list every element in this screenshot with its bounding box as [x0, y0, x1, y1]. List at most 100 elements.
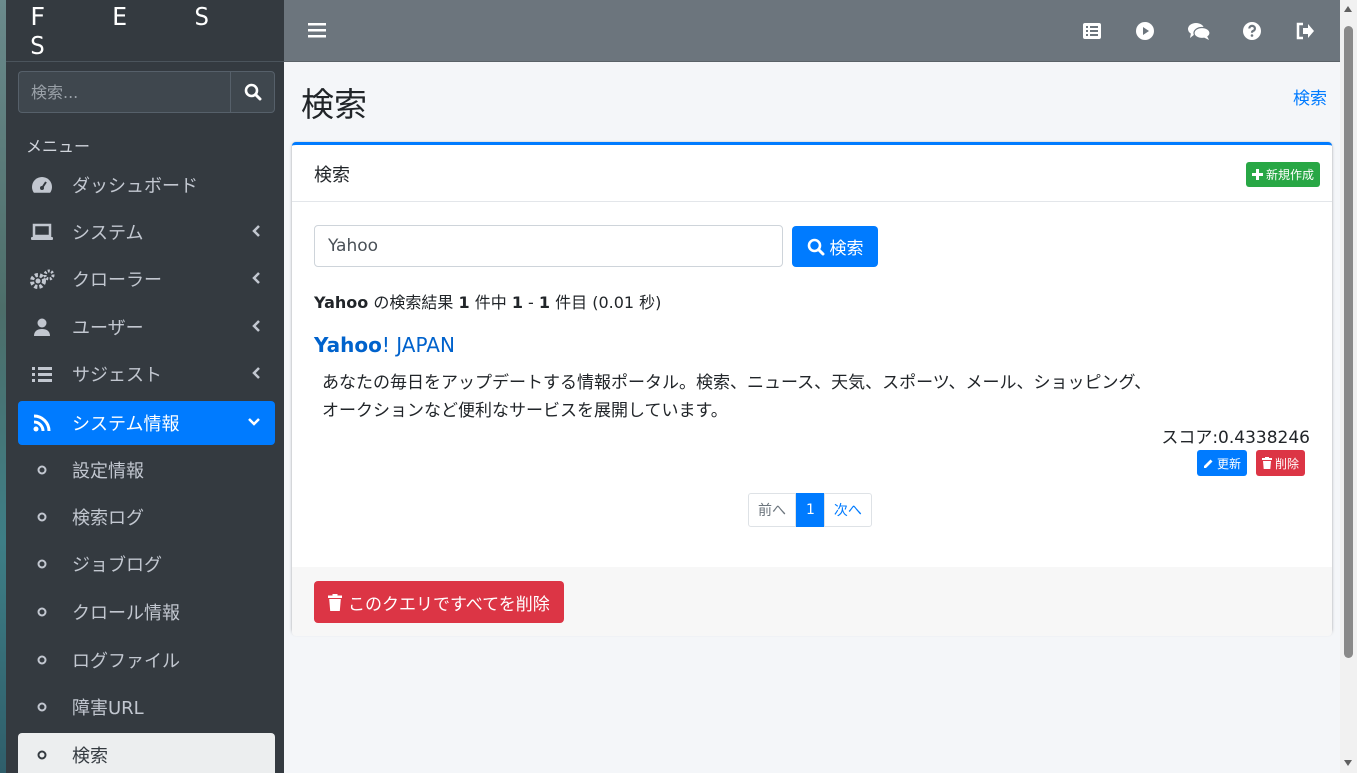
result-title-link[interactable]: Yahoo! JAPAN — [314, 333, 455, 357]
brand-logo[interactable]: F E S S — [6, 0, 284, 62]
circle-icon — [26, 654, 58, 666]
sidebar-subitem-label: 検索 — [72, 746, 108, 767]
sidebar-subitem-log-file[interactable]: ログファイル — [18, 638, 275, 682]
scroll-down-arrow-icon[interactable] — [1344, 760, 1352, 766]
query-input[interactable] — [314, 225, 783, 267]
result-title-highlight: Yahoo — [314, 333, 382, 357]
sidebar-subitem-label: ログファイル — [72, 651, 180, 672]
page-title: 検索 — [301, 85, 367, 124]
sidebar-subitem-search[interactable]: 検索 — [18, 733, 275, 773]
trash-icon — [328, 593, 342, 611]
trash-icon — [1262, 457, 1272, 469]
circle-icon — [26, 464, 58, 476]
delete-button-label: 削除 — [1275, 456, 1300, 471]
summary-text: 件中 — [469, 293, 512, 312]
card-footer: このクエリですべてを削除 — [292, 567, 1332, 636]
summary-text: - — [522, 293, 539, 312]
topbar — [284, 0, 1340, 62]
sidebar-subitem-label: ジョブログ — [72, 555, 162, 576]
search-icon — [807, 238, 824, 255]
comments-icon[interactable] — [1187, 21, 1211, 41]
search-button[interactable]: 検索 — [792, 226, 878, 267]
sidebar: F E S S メニュー ダッシュボード システム クローラー ユーザー — [6, 0, 284, 773]
app-window: F E S S メニュー ダッシュボード システム クローラー ユーザー — [0, 0, 1357, 773]
sidebar-subitem-label: 検索ログ — [72, 508, 144, 529]
menu-header: メニュー — [26, 137, 91, 156]
list-icon — [26, 365, 58, 383]
sidebar-item-crawler[interactable]: クローラー — [18, 257, 275, 301]
sidebar-subitem-label: 障害URL — [72, 698, 144, 719]
search-button-label: 検索 — [829, 239, 864, 259]
chevron-down-icon — [248, 418, 260, 426]
card-header: 検索 新規作成 — [292, 145, 1332, 202]
sidebar-item-system[interactable]: システム — [18, 210, 275, 254]
sidebar-search — [18, 71, 275, 113]
hamburger-menu-icon[interactable] — [308, 22, 326, 38]
delete-all-button-label: このクエリですべてを削除 — [348, 594, 550, 615]
sidebar-item-system-info[interactable]: システム情報 — [18, 401, 275, 445]
chevron-left-icon — [252, 225, 260, 237]
user-icon — [26, 317, 58, 337]
sidebar-subitem-failure-url[interactable]: 障害URL — [18, 685, 275, 729]
circle-icon — [26, 558, 58, 570]
sidebar-item-label: クローラー — [72, 270, 162, 291]
sidebar-item-label: システム情報 — [72, 414, 180, 435]
edit-button[interactable]: 更新 — [1197, 450, 1248, 476]
sidebar-item-label: サジェスト — [72, 365, 162, 386]
pager-next[interactable]: 次へ — [823, 493, 872, 527]
sidebar-subitem-label: 設定情報 — [72, 461, 144, 482]
question-icon[interactable] — [1242, 21, 1262, 41]
sidebar-subitem-crawl-info[interactable]: クロール情報 — [18, 590, 275, 634]
summary-query: Yahoo — [314, 293, 369, 312]
sidebar-search-input[interactable] — [18, 71, 230, 113]
play-icon[interactable] — [1135, 21, 1155, 41]
sidebar-item-suggest[interactable]: サジェスト — [18, 352, 275, 396]
delete-all-button[interactable]: このクエリですべてを削除 — [314, 581, 564, 623]
sidebar-subitem-job-log[interactable]: ジョブログ — [18, 542, 275, 586]
result-description: あなたの毎日をアップデートする情報ポータル。検索、ニュース、天気、スポーツ、メー… — [322, 373, 1152, 421]
new-button-label: 新規作成 — [1265, 168, 1314, 182]
sidebar-item-label: ユーザー — [72, 318, 144, 339]
circle-icon — [26, 511, 58, 523]
pagination: 前へ 1 次へ — [748, 493, 872, 527]
plus-icon — [1251, 169, 1263, 180]
new-button[interactable]: 新規作成 — [1245, 162, 1320, 187]
circle-icon — [26, 701, 58, 713]
chevron-left-icon — [252, 320, 260, 332]
pager-current[interactable]: 1 — [796, 493, 825, 527]
summary-from: 1 — [511, 293, 523, 312]
search-icon — [244, 83, 261, 101]
scrollbar[interactable] — [1340, 0, 1357, 773]
summary-total: 1 — [458, 293, 470, 312]
scroll-up-arrow-icon[interactable] — [1344, 6, 1352, 12]
rss-icon — [26, 413, 58, 433]
sidebar-subitem-search-log[interactable]: 検索ログ — [18, 495, 275, 539]
scroll-thumb[interactable] — [1344, 26, 1353, 658]
result-score: スコア:0.4338246 — [1161, 428, 1310, 448]
summary-to: 1 — [538, 293, 551, 312]
list-icon[interactable] — [1082, 21, 1102, 41]
sidebar-item-user[interactable]: ユーザー — [18, 305, 275, 349]
circle-icon — [26, 749, 58, 761]
laptop-icon — [26, 222, 58, 242]
sign-out-icon[interactable] — [1295, 21, 1315, 41]
search-card: 検索 新規作成 検索 Yahoo の検索結果 1 件中 1 - 1 件目 (0.… — [292, 142, 1332, 636]
sidebar-item-label: ダッシュボード — [72, 176, 198, 197]
delete-button[interactable]: 削除 — [1256, 450, 1306, 476]
result-summary: Yahoo の検索結果 1 件中 1 - 1 件目 (0.01 秒) — [314, 289, 661, 313]
sidebar-subitem-config[interactable]: 設定情報 — [18, 448, 275, 492]
result-title-rest: ! JAPAN — [381, 333, 455, 357]
sidebar-item-dashboard[interactable]: ダッシュボード — [18, 163, 275, 207]
sidebar-search-button[interactable] — [230, 71, 275, 113]
edit-button-label: 更新 — [1217, 456, 1242, 471]
sidebar-subitem-label: クロール情報 — [72, 603, 180, 624]
card-title: 検索 — [314, 165, 350, 186]
pencil-icon — [1204, 459, 1213, 468]
breadcrumb[interactable]: 検索 — [1293, 84, 1327, 109]
circle-icon — [26, 606, 58, 618]
pager-prev[interactable]: 前へ — [748, 493, 796, 527]
sidebar-item-label: システム — [72, 223, 144, 244]
tachometer-icon — [26, 175, 58, 195]
summary-text: 件目 (0.01 秒) — [550, 293, 662, 312]
chevron-left-icon — [252, 272, 260, 284]
